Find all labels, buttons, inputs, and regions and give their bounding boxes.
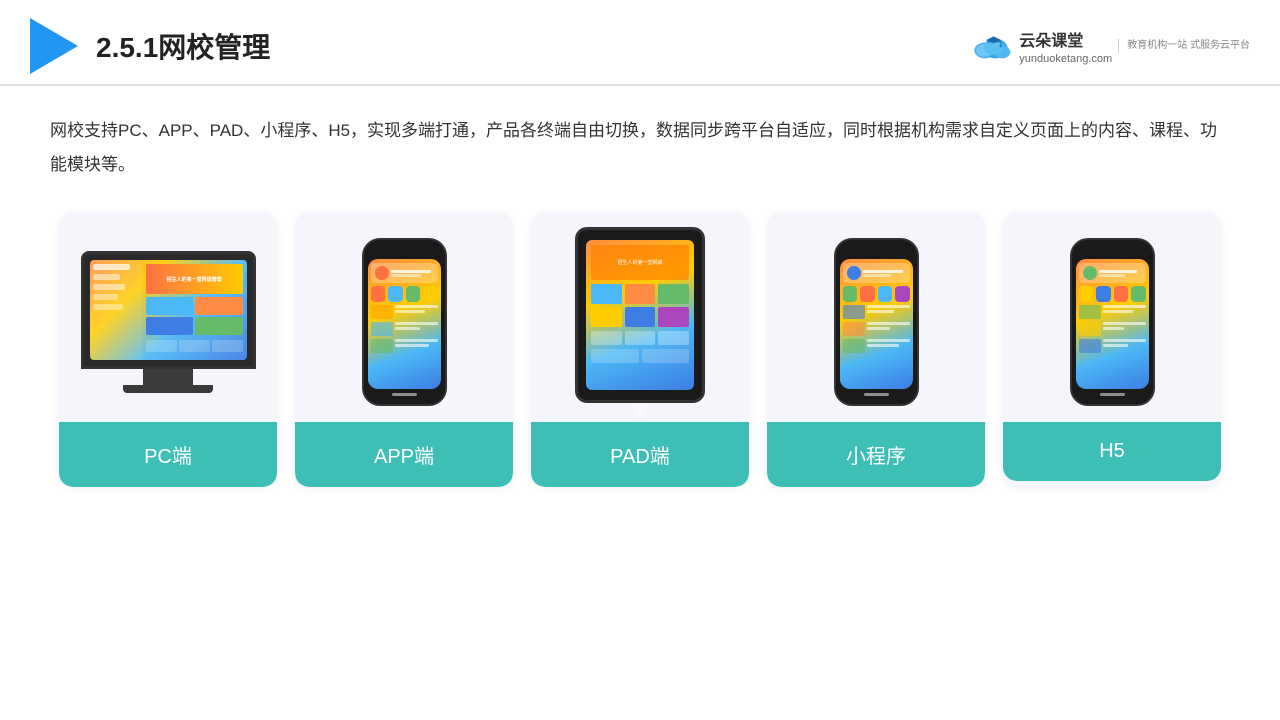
brand-url: yunduoketang.com xyxy=(1019,53,1112,65)
brand-name: 云朵课堂 xyxy=(1019,27,1112,51)
phone-mini-mockup xyxy=(834,238,919,406)
header-left: 2.5.1网校管理 xyxy=(30,18,270,74)
brand-name-area: 云朵课堂 yunduoketang.com xyxy=(1019,27,1112,65)
phone-h5-mockup xyxy=(1070,238,1155,406)
pc-monitor-mockup: 招生人的第一堂网课管理 xyxy=(81,251,256,393)
card-pc-label: PC端 xyxy=(59,422,277,487)
cloud-icon xyxy=(969,31,1013,61)
card-pad-image: 招生人的第一堂网课 xyxy=(531,212,749,422)
card-pc-image: 招生人的第一堂网课管理 xyxy=(59,212,277,422)
card-pc: 招生人的第一堂网课管理 xyxy=(59,212,277,487)
description-text: 网校支持PC、APP、PAD、小程序、H5，实现多端打通，产品各终端自由切换，数… xyxy=(50,114,1230,182)
main-content: 网校支持PC、APP、PAD、小程序、H5，实现多端打通，产品各终端自由切换，数… xyxy=(0,86,1280,507)
card-pad-label: PAD端 xyxy=(531,422,749,487)
card-pad: 招生人的第一堂网课 xyxy=(531,212,749,487)
card-h5-label: H5 xyxy=(1003,422,1221,481)
card-miniprogram-image xyxy=(767,212,985,422)
card-h5-image xyxy=(1003,212,1221,422)
logo-triangle-icon xyxy=(30,18,78,74)
card-app-label: APP端 xyxy=(295,422,513,487)
page-title: 2.5.1网校管理 xyxy=(96,26,270,66)
card-app-image xyxy=(295,212,513,422)
tablet-pad-mockup: 招生人的第一堂网课 xyxy=(575,227,705,417)
brand-logo-area: 云朵课堂 yunduoketang.com 教育机构一站 式服务云平台 xyxy=(969,27,1250,65)
brand-tagline: 教育机构一站 式服务云平台 xyxy=(1118,39,1250,53)
phone-app-mockup xyxy=(362,238,447,406)
header-right: 云朵课堂 yunduoketang.com 教育机构一站 式服务云平台 xyxy=(969,27,1250,65)
cards-container: 招生人的第一堂网课管理 xyxy=(50,212,1230,487)
card-miniprogram: 小程序 xyxy=(767,212,985,487)
page-header: 2.5.1网校管理 云朵课堂 yunduoketang.com 教育机构一站 式… xyxy=(0,0,1280,86)
card-h5: H5 xyxy=(1003,212,1221,487)
card-app: APP端 xyxy=(295,212,513,487)
card-miniprogram-label: 小程序 xyxy=(767,422,985,487)
